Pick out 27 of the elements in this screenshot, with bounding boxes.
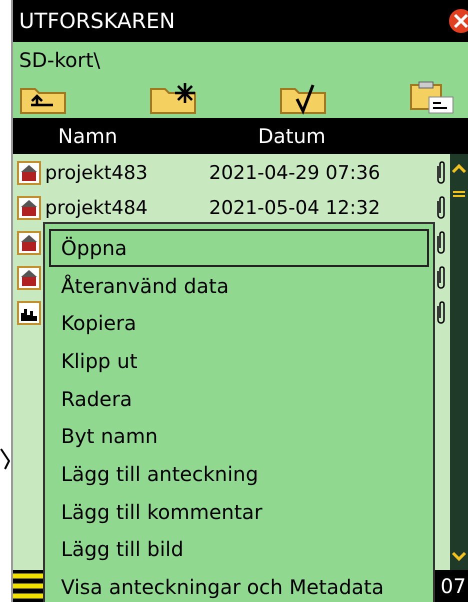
house-icon <box>17 160 41 184</box>
file-name[interactable]: projekt483 <box>45 162 205 184</box>
menu-item[interactable]: Radera <box>49 380 429 418</box>
folder-path: SD-kort\ <box>19 48 100 72</box>
column-header[interactable]: Datum <box>258 124 326 148</box>
house-icon <box>17 196 41 220</box>
menu-item[interactable]: Återanvänd data <box>49 266 429 304</box>
house-icon <box>17 230 41 254</box>
menu-item[interactable]: Byt namn <box>49 417 429 456</box>
column-header[interactable]: Namn <box>13 124 258 148</box>
menu-item[interactable]: Lägg till anteckning <box>49 455 429 493</box>
menu-item[interactable]: Lägg till bild <box>49 530 429 568</box>
house-icon <box>17 266 41 290</box>
scrollbar[interactable] <box>450 154 468 570</box>
menu-icon[interactable] <box>13 572 43 600</box>
window-title: UTFORSKAREN <box>19 9 176 33</box>
status-text: 07 <box>440 574 467 598</box>
menu-item[interactable]: Klipp ut <box>49 342 429 380</box>
chart-icon <box>17 300 41 324</box>
menu-item[interactable]: Visa anteckningar och Metadata <box>49 568 429 602</box>
file-name[interactable]: projekt484 <box>45 196 205 218</box>
menu-item[interactable]: Kopiera <box>49 304 429 342</box>
menu-item[interactable]: Lägg till kommentar <box>49 492 429 530</box>
menu-item[interactable]: Öppna <box>49 229 429 267</box>
file-date: 2021-05-04 12:32 <box>209 196 382 218</box>
close-icon[interactable] <box>446 8 468 34</box>
file-date: 2021-04-29 07:36 <box>209 162 382 184</box>
